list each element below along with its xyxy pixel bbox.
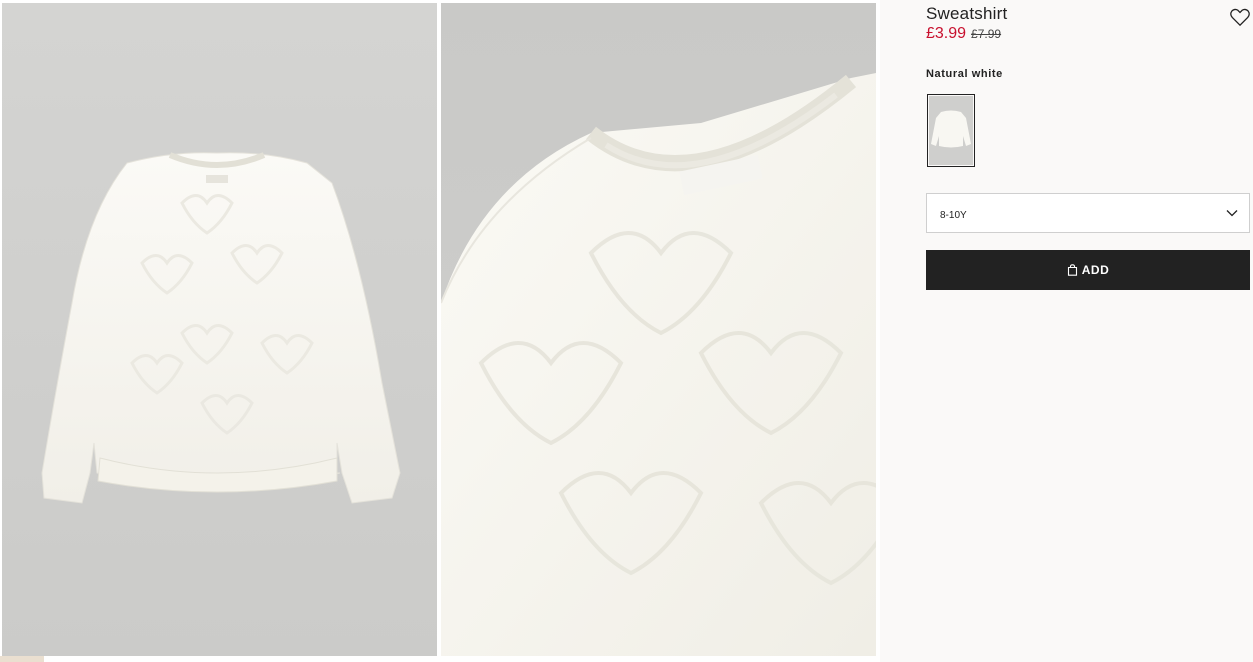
sweatshirt-front-illustration (41, 152, 401, 504)
product-image-detail[interactable] (441, 3, 876, 656)
shopping-bag-icon (1067, 264, 1077, 276)
chevron-down-icon (1226, 210, 1238, 217)
price-original: £7.99 (971, 27, 1002, 41)
favorite-button[interactable] (1229, 7, 1251, 27)
product-image-front[interactable] (2, 3, 437, 656)
size-selected-value: 8-10Y (940, 210, 967, 221)
gallery-bottom-tab (0, 656, 44, 662)
sweatshirt-detail-illustration (441, 73, 876, 656)
color-swatch-natural-white[interactable] (927, 94, 975, 167)
size-select[interactable]: 8-10Y (926, 193, 1250, 233)
product-details-panel: Sweatshirt £3.99 £7.99 Natural white 8-1… (880, 0, 1253, 662)
swatch-thumbnail (929, 96, 973, 165)
heart-outline-icon (1230, 8, 1250, 27)
product-gallery (0, 0, 880, 662)
color-name: Natural white (926, 68, 1003, 80)
price-row: £3.99 £7.99 (926, 25, 1001, 43)
swatch-sweatshirt-image (929, 96, 973, 165)
product-title: Sweatshirt (926, 4, 1008, 23)
price-current: £3.99 (926, 25, 967, 42)
add-to-bag-button[interactable]: ADD (926, 250, 1250, 290)
add-button-label: ADD (1081, 263, 1110, 277)
gallery-bottom-edge (0, 656, 880, 662)
